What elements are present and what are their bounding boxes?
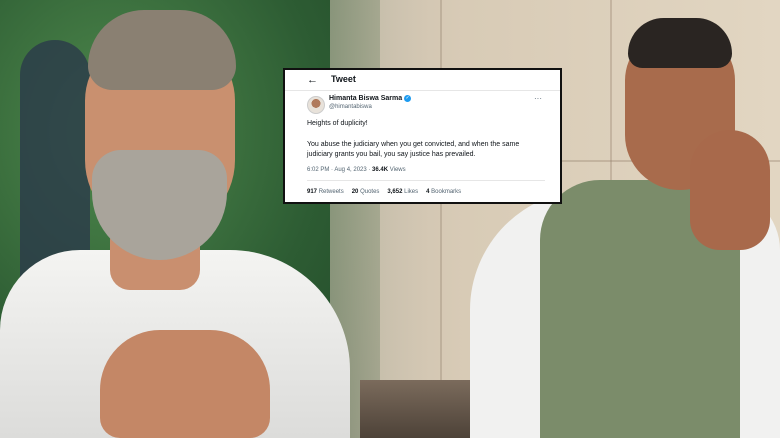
quotes-count: 20 (351, 189, 359, 195)
header-divider (285, 90, 560, 91)
stat-bookmarks[interactable]: 4 Bookmarks (426, 189, 461, 195)
quotes-label: Quotes (360, 189, 380, 195)
likes-count: 3,652 (387, 189, 403, 195)
right-person-hair (628, 18, 732, 68)
tweet-header-title: Tweet (331, 74, 356, 84)
verified-badge-icon: ✓ (404, 95, 412, 102)
tweet-card: ← Tweet Himanta Biswa Sarma ✓ @himantabi… (283, 68, 562, 204)
views-count: 36.4K (372, 167, 389, 173)
stats-divider (307, 180, 545, 181)
background-photo (0, 0, 780, 438)
tweet-timestamp[interactable]: 6:02 PM · Aug 4, 2023 · (307, 167, 372, 173)
author-handle[interactable]: @himantabiswa (329, 104, 372, 110)
stat-likes[interactable]: 3,652 Likes (387, 189, 418, 195)
tweet-stats: 917 Retweets 20 Quotes 3,652 Likes 4 Boo… (307, 189, 461, 195)
more-options-icon[interactable]: ··· (534, 94, 542, 103)
tweet-meta: 6:02 PM · Aug 4, 2023 · 36.4K Views (307, 167, 406, 173)
left-person-hair (88, 10, 236, 90)
likes-label: Likes (404, 189, 419, 195)
tweet-text-line2: You abuse the judiciary when you get con… (307, 141, 520, 158)
wall-panel-line (440, 0, 442, 438)
left-person-hand (100, 330, 270, 438)
author-name[interactable]: Himanta Biswa Sarma (329, 95, 402, 102)
tweet-text-line1: Heights of duplicity! (307, 120, 368, 127)
bookmarks-count: 4 (426, 189, 430, 195)
stat-quotes[interactable]: 20 Quotes (352, 189, 380, 195)
retweets-count: 917 (307, 189, 318, 195)
back-arrow-icon[interactable]: ← (307, 74, 318, 86)
right-person-hand (690, 130, 770, 250)
retweets-label: Retweets (318, 189, 344, 195)
author-name-row: Himanta Biswa Sarma ✓ (329, 95, 412, 102)
bookmarks-label: Bookmarks (431, 189, 462, 195)
views-label: Views (388, 167, 406, 173)
stat-retweets[interactable]: 917 Retweets (307, 189, 344, 195)
avatar[interactable] (307, 96, 325, 114)
